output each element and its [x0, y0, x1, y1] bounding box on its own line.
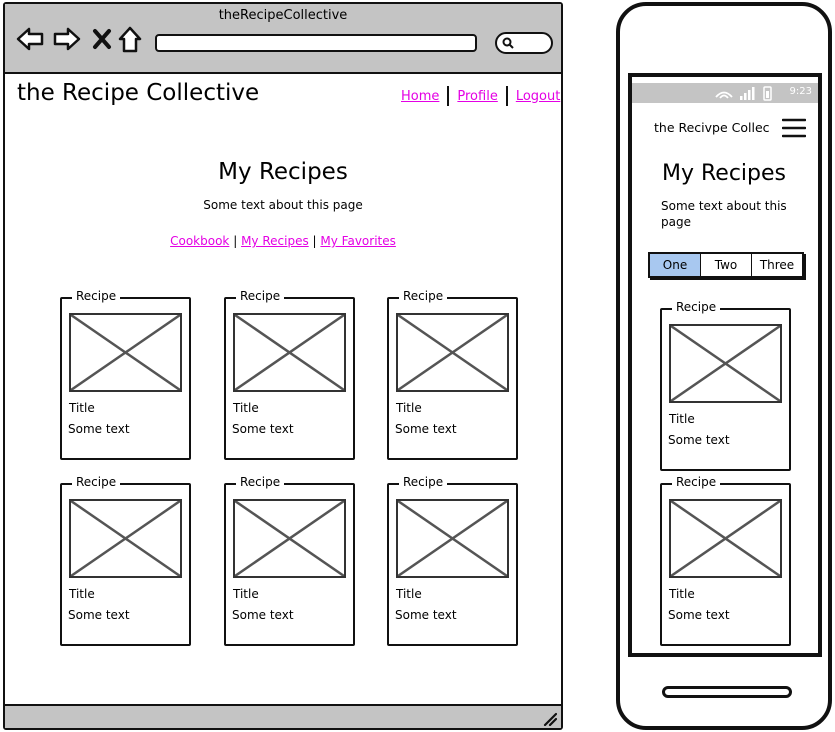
- card-text: Some text: [668, 433, 730, 447]
- nav-link-profile[interactable]: Profile: [457, 89, 497, 104]
- signal-battery-icon: [715, 86, 772, 101]
- card-title: Title: [396, 401, 422, 415]
- phone-site-title: the Recivpe Collec: [654, 120, 770, 135]
- card-legend: Recipe: [672, 300, 721, 314]
- card-text: Some text: [232, 608, 294, 622]
- browser-statusbar: [5, 704, 561, 728]
- phone-status-bar: 9:23: [632, 83, 818, 103]
- forward-arrow-icon[interactable]: [52, 24, 82, 54]
- image-placeholder-icon: [669, 499, 782, 578]
- recipe-card[interactable]: Recipe Title Some text: [60, 289, 191, 460]
- tab-two[interactable]: Two: [701, 254, 752, 276]
- card-title: Title: [669, 412, 695, 426]
- card-legend: Recipe: [399, 289, 448, 303]
- nav-link-logout[interactable]: Logout: [516, 89, 561, 104]
- subnav-separator: |: [233, 234, 238, 248]
- image-placeholder-icon: [233, 313, 346, 392]
- phone-page-description: Some text about this page: [661, 199, 787, 229]
- card-title: Title: [669, 587, 695, 601]
- sub-nav: Cookbook | My Recipes | My Favorites: [5, 234, 561, 248]
- page-description: Some text about this page: [203, 198, 363, 212]
- recipe-card[interactable]: Recipe Title Some text: [224, 475, 355, 646]
- card-legend: Recipe: [236, 289, 285, 303]
- card-text: Some text: [68, 608, 130, 622]
- subnav-separator: |: [312, 234, 317, 248]
- tab-one[interactable]: One: [650, 254, 701, 276]
- nav-link-home[interactable]: Home: [401, 89, 439, 104]
- recipe-card[interactable]: Recipe Title Some text: [224, 289, 355, 460]
- card-text: Some text: [232, 422, 294, 436]
- back-arrow-icon[interactable]: [15, 24, 45, 54]
- subnav-link-my-recipes[interactable]: My Recipes: [241, 234, 309, 248]
- browser-search-field[interactable]: [495, 32, 553, 54]
- url-bar[interactable]: [155, 34, 477, 52]
- top-nav: Home Profile Logout: [401, 86, 560, 106]
- phone-page-title: My Recipes: [662, 161, 786, 186]
- phone-clock: 9:23: [789, 86, 812, 97]
- card-legend: Recipe: [72, 475, 121, 489]
- card-legend: Recipe: [72, 289, 121, 303]
- card-title: Title: [233, 587, 259, 601]
- home-icon[interactable]: [117, 24, 143, 54]
- card-title: Title: [69, 401, 95, 415]
- close-icon[interactable]: [91, 24, 113, 54]
- image-placeholder-icon: [396, 499, 509, 578]
- card-text: Some text: [668, 608, 730, 622]
- hamburger-menu-icon[interactable]: [782, 117, 806, 139]
- image-placeholder-icon: [69, 313, 182, 392]
- card-title: Title: [396, 587, 422, 601]
- image-placeholder-icon: [396, 313, 509, 392]
- recipe-card[interactable]: Recipe Title Some text: [387, 475, 518, 646]
- recipe-card[interactable]: Recipe Title Some text: [660, 300, 791, 471]
- image-placeholder-icon: [233, 499, 346, 578]
- page-title: My Recipes: [218, 159, 348, 185]
- tab-three[interactable]: Three: [752, 254, 802, 276]
- phone-home-button[interactable]: [662, 686, 792, 698]
- browser-titlebar: theRecipeCollective: [5, 4, 561, 74]
- card-text: Some text: [68, 422, 130, 436]
- resize-grip-icon[interactable]: [541, 710, 557, 726]
- window-title: theRecipeCollective: [218, 8, 348, 23]
- image-placeholder-icon: [669, 324, 782, 403]
- card-text: Some text: [395, 608, 457, 622]
- card-title: Title: [233, 401, 259, 415]
- card-legend: Recipe: [672, 475, 721, 489]
- card-legend: Recipe: [236, 475, 285, 489]
- nav-separator: [447, 86, 450, 106]
- search-icon: [502, 37, 514, 49]
- card-legend: Recipe: [399, 475, 448, 489]
- recipe-card[interactable]: Recipe Title Some text: [660, 475, 791, 646]
- recipe-card[interactable]: Recipe Title Some text: [387, 289, 518, 460]
- nav-separator: [505, 86, 508, 106]
- card-text: Some text: [395, 422, 457, 436]
- subnav-link-my-favorites[interactable]: My Favorites: [320, 234, 395, 248]
- recipe-card[interactable]: Recipe Title Some text: [60, 475, 191, 646]
- card-title: Title: [69, 587, 95, 601]
- image-placeholder-icon: [69, 499, 182, 578]
- subnav-link-cookbook[interactable]: Cookbook: [170, 234, 229, 248]
- site-title: the Recipe Collective: [17, 80, 260, 106]
- tab-bar: One Two Three: [648, 252, 804, 278]
